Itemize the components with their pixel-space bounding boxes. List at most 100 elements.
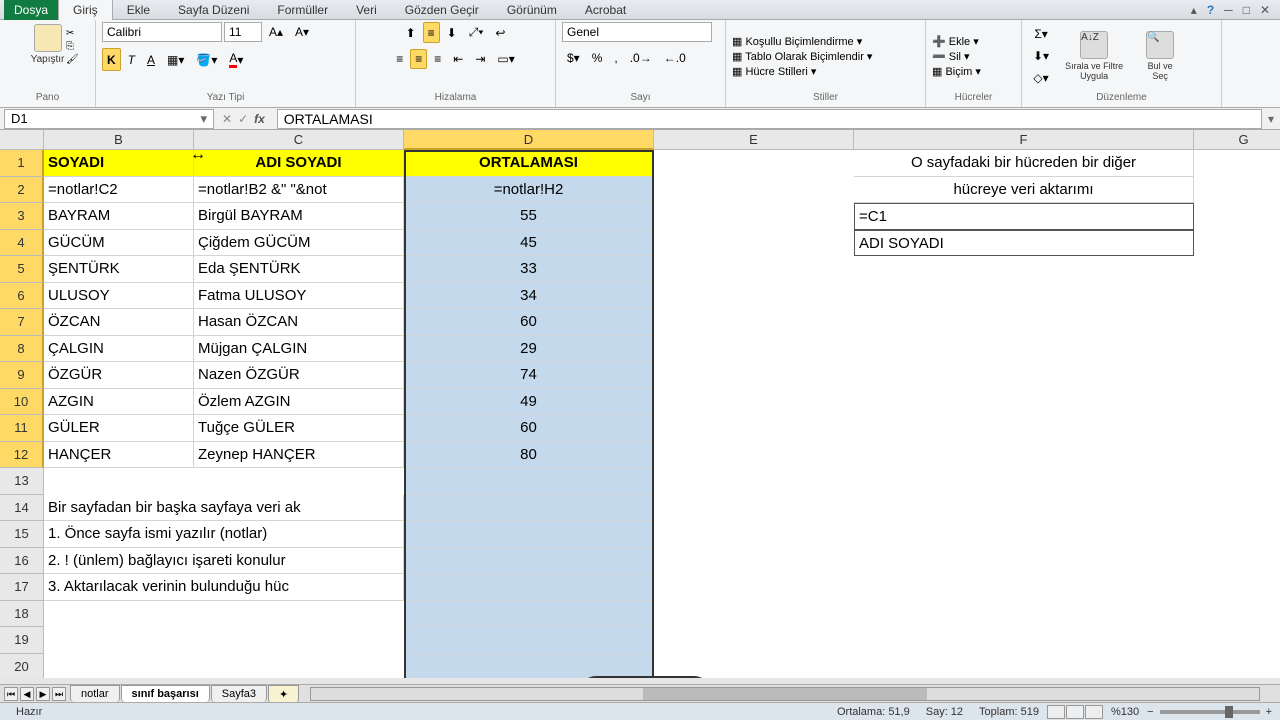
row-header-12[interactable]: 12 xyxy=(0,442,44,469)
window-close-icon[interactable]: ✕ xyxy=(1260,3,1270,17)
cell-F4[interactable]: ADI SOYADI xyxy=(854,230,1194,257)
sheet-nav-next[interactable]: ▶ xyxy=(36,687,50,701)
row-header-7[interactable]: 7 xyxy=(0,309,44,336)
bold-button[interactable]: K xyxy=(102,48,121,71)
cell-C5[interactable]: Eda ŞENTÜRK xyxy=(194,256,404,283)
cell-B14[interactable]: Bir sayfadan bir başka sayfaya veri ak xyxy=(44,495,404,522)
sheet-tab-sinif[interactable]: sınıf başarısı xyxy=(121,685,210,702)
italic-button[interactable]: T xyxy=(123,48,140,71)
cell-D4[interactable]: 45 xyxy=(404,230,654,257)
cell-C8[interactable]: Müjgan ÇALGIN xyxy=(194,336,404,363)
cell-D15[interactable] xyxy=(404,521,654,548)
tab-home[interactable]: Giriş xyxy=(58,0,113,20)
row-header-18[interactable]: 18 xyxy=(0,601,44,628)
cell-D12[interactable]: 80 xyxy=(404,442,654,469)
cell-B2[interactable]: =notlar!C2 xyxy=(44,177,194,204)
select-all-corner[interactable] xyxy=(0,130,44,150)
row-header-6[interactable]: 6 xyxy=(0,283,44,310)
cell-D10[interactable]: 49 xyxy=(404,389,654,416)
cell-F3[interactable]: =C1 xyxy=(854,203,1194,230)
row-header-2[interactable]: 2 xyxy=(0,177,44,204)
cell-C7[interactable]: Hasan ÖZCAN xyxy=(194,309,404,336)
fill-icon[interactable]: ⬇▾ xyxy=(1028,46,1054,66)
row-header-9[interactable]: 9 xyxy=(0,362,44,389)
zoom-level[interactable]: %130 xyxy=(1103,706,1147,718)
cell-D19[interactable] xyxy=(404,627,654,654)
cell-B12[interactable]: HANÇER xyxy=(44,442,194,469)
cell-C1[interactable]: ADI SOYADI xyxy=(194,150,404,177)
cell-F1[interactable]: O sayfadaki bir hücreden bir diğer xyxy=(854,150,1194,177)
font-family-select[interactable] xyxy=(102,22,222,42)
cell-C2[interactable]: =notlar!B2 &" "&not xyxy=(194,177,404,204)
tab-data[interactable]: Veri xyxy=(342,0,391,20)
cut-icon[interactable]: ✂ xyxy=(66,28,79,39)
cancel-formula-icon[interactable]: ✕ xyxy=(222,112,232,126)
cell-D9[interactable]: 74 xyxy=(404,362,654,389)
cell-C9[interactable]: Nazen ÖZGÜR xyxy=(194,362,404,389)
cell-B7[interactable]: ÖZCAN xyxy=(44,309,194,336)
cell-D13[interactable] xyxy=(404,468,654,495)
cell-D2[interactable]: =notlar!H2 xyxy=(404,177,654,204)
align-top-icon[interactable]: ⬆ xyxy=(401,22,421,43)
minimize-ribbon-icon[interactable]: ▴ xyxy=(1191,3,1197,17)
copy-icon[interactable]: ⎘ xyxy=(66,41,79,52)
fill-color-button[interactable]: 🪣▾ xyxy=(191,48,222,71)
cell-D5[interactable]: 33 xyxy=(404,256,654,283)
cell-C12[interactable]: Zeynep HANÇER xyxy=(194,442,404,469)
align-bottom-icon[interactable]: ⬇ xyxy=(442,22,462,43)
cell-C3[interactable]: Birgül BAYRAM xyxy=(194,203,404,230)
row-header-1[interactable]: 1 xyxy=(0,150,44,177)
formula-bar[interactable] xyxy=(277,109,1262,129)
cell-B16[interactable]: 2. ! (ünlem) bağlayıcı işareti konulur xyxy=(44,548,404,575)
insert-cells-button[interactable]: ➕ Ekle ▾ xyxy=(932,35,981,48)
cell-styles-button[interactable]: ▦ Hücre Stilleri ▾ xyxy=(732,65,872,78)
cell-B9[interactable]: ÖZGÜR xyxy=(44,362,194,389)
tab-acrobat[interactable]: Acrobat xyxy=(571,0,640,20)
clear-icon[interactable]: ◇▾ xyxy=(1028,68,1054,88)
col-header-E[interactable]: E xyxy=(654,130,854,150)
cell-B6[interactable]: ULUSOY xyxy=(44,283,194,310)
delete-cells-button[interactable]: ➖ Sil ▾ xyxy=(932,50,981,63)
cell-B11[interactable]: GÜLER xyxy=(44,415,194,442)
align-right-icon[interactable]: ≡ xyxy=(429,49,446,69)
align-middle-icon[interactable]: ≡ xyxy=(423,22,440,43)
row-header-10[interactable]: 10 xyxy=(0,389,44,416)
tab-file[interactable]: Dosya xyxy=(4,0,58,20)
col-header-G[interactable]: G xyxy=(1194,130,1280,150)
wrap-text-icon[interactable]: ↩ xyxy=(490,22,510,43)
row-header-14[interactable]: 14 xyxy=(0,495,44,522)
help-icon[interactable]: ? xyxy=(1207,3,1214,17)
cell-C10[interactable]: Özlem AZGIN xyxy=(194,389,404,416)
cell-D6[interactable]: 34 xyxy=(404,283,654,310)
cell-D3[interactable]: 55 xyxy=(404,203,654,230)
zoom-in-icon[interactable]: + xyxy=(1266,706,1272,718)
tab-formulas[interactable]: Formüller xyxy=(263,0,342,20)
row-header-20[interactable]: 20 xyxy=(0,654,44,679)
cell-C11[interactable]: Tuğçe GÜLER xyxy=(194,415,404,442)
sheet-nav-first[interactable]: ⏮ xyxy=(4,687,18,701)
fx-icon[interactable]: fx xyxy=(254,112,269,126)
find-select-button[interactable]: 🔍 Bul ve Seç xyxy=(1134,29,1186,83)
border-button[interactable]: ▦▾ xyxy=(162,48,189,71)
font-size-select[interactable] xyxy=(224,22,262,42)
row-header-16[interactable]: 16 xyxy=(0,548,44,575)
expand-formula-icon[interactable]: ▾ xyxy=(1262,112,1280,126)
align-center-icon[interactable]: ≡ xyxy=(410,49,427,69)
font-color-button[interactable]: A▾ xyxy=(224,48,248,71)
cell-C6[interactable]: Fatma ULUSOY xyxy=(194,283,404,310)
tab-pagelayout[interactable]: Sayfa Düzeni xyxy=(164,0,263,20)
view-normal-icon[interactable] xyxy=(1047,705,1065,719)
cond-format-button[interactable]: ▦ Koşullu Biçimlendirme ▾ xyxy=(732,35,872,48)
cell-D8[interactable]: 29 xyxy=(404,336,654,363)
cell-B1[interactable]: SOYADI xyxy=(44,150,194,177)
cell-B3[interactable]: BAYRAM xyxy=(44,203,194,230)
number-format-select[interactable] xyxy=(562,22,712,42)
cell-D14[interactable] xyxy=(404,495,654,522)
col-header-B[interactable]: B xyxy=(44,130,194,150)
sheet-nav-last[interactable]: ⏭ xyxy=(52,687,66,701)
new-sheet-button[interactable]: ✦ xyxy=(268,685,299,703)
row-header-4[interactable]: 4 xyxy=(0,230,44,257)
indent-inc-icon[interactable]: ⇥ xyxy=(470,49,490,69)
cell-B4[interactable]: GÜCÜM xyxy=(44,230,194,257)
tab-view[interactable]: Görünüm xyxy=(493,0,571,20)
